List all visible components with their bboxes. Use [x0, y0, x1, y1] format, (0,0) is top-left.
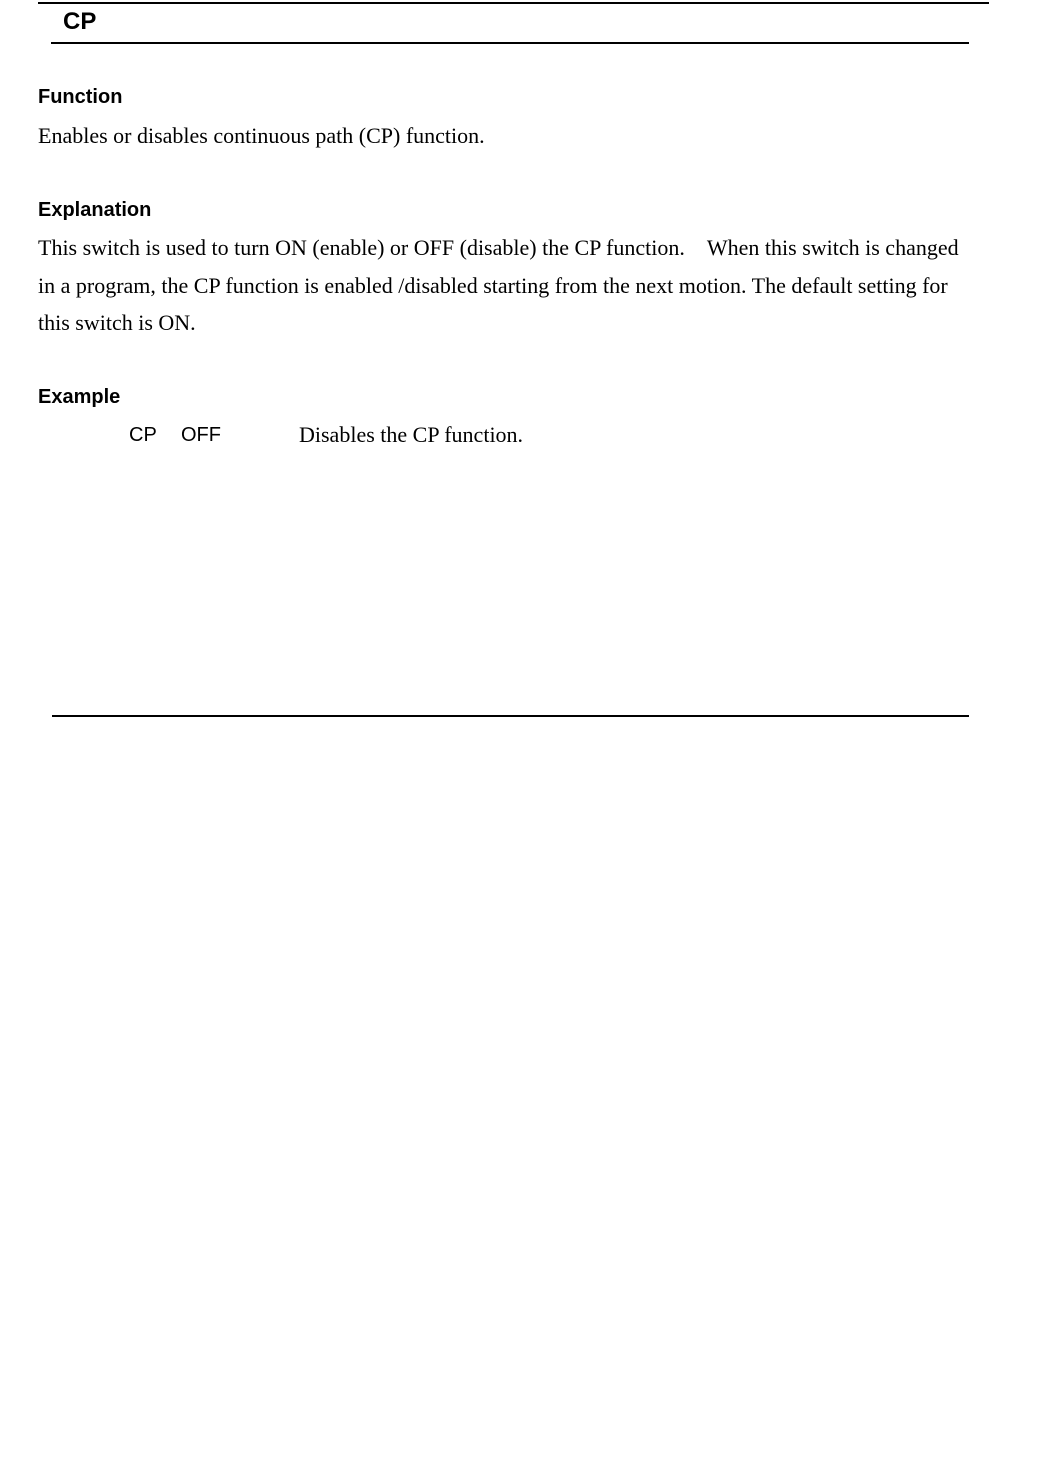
function-text: Enables or disables continuous path (CP)… — [38, 123, 485, 148]
example-description: Disables the CP function. — [299, 422, 524, 447]
function-heading: Function — [38, 86, 123, 108]
title-rule — [51, 42, 969, 44]
example-heading: Example — [38, 386, 121, 408]
example-command: CP — [129, 424, 157, 446]
top-rule — [38, 2, 989, 4]
explanation-heading: Explanation — [38, 199, 152, 221]
page-title: CP — [63, 8, 97, 35]
example-argument: OFF — [181, 424, 221, 446]
explanation-text: This switch is used to turn ON (enable) … — [38, 235, 959, 335]
bottom-rule — [52, 715, 969, 717]
example-row: CP OFF Disables the CP function. — [0, 418, 1038, 454]
